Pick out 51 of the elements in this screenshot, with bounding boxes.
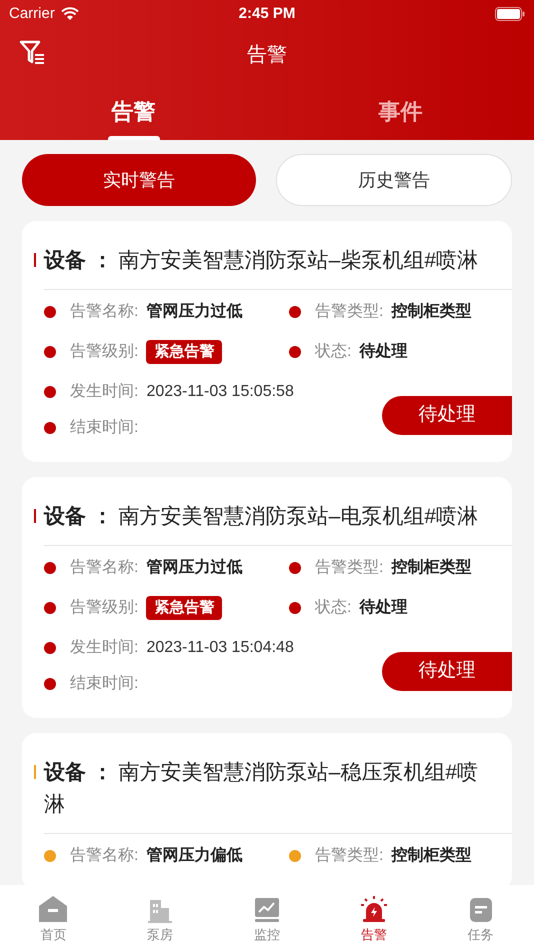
field-label: 状态: — [315, 342, 352, 362]
device-title: 设备 ： 南方安美智慧消防泵站–稳压泵机组#喷淋 — [44, 760, 480, 818]
building-icon — [147, 899, 174, 923]
tab[interactable]: 事件 — [267, 82, 534, 140]
tab[interactable]: 告警 — [0, 82, 267, 140]
field-label: 告警名称: — [70, 302, 138, 322]
field-value: 待处理 — [359, 598, 408, 618]
field-label: 结束时间: — [70, 418, 138, 438]
field-label: 发生时间: — [70, 638, 138, 658]
process-button[interactable]: 待处理 — [382, 652, 512, 690]
bottom-tab[interactable]: 监控 — [214, 895, 320, 950]
task-icon — [468, 897, 493, 923]
field-value: 管网压力过低 — [146, 302, 242, 322]
field-label: 告警级别: — [70, 342, 138, 362]
field-label: 告警类型: — [315, 302, 384, 322]
field-value: 控制柜类型 — [391, 846, 472, 866]
device-title: 设备 ： 南方安美智慧消防泵站–电泵机组#喷淋 — [44, 504, 478, 530]
clock: 2:45 PM — [238, 4, 296, 24]
bottom-tab[interactable]: 任务 — [427, 895, 534, 950]
bottom-tab[interactable]: 泵房 — [106, 895, 214, 950]
field-value: 待处理 — [359, 342, 408, 362]
field-value: 2023-11-03 15:05:58 — [146, 382, 294, 402]
field-label: 告警名称: — [70, 558, 138, 578]
filter-icon[interactable] — [19, 40, 45, 64]
level-tag: 紧急告警 — [146, 340, 222, 364]
field-value: 管网压力偏低 — [146, 846, 242, 866]
field-label: 告警级别: — [70, 598, 138, 618]
field-label: 结束时间: — [70, 674, 138, 694]
field-label: 告警名称: — [70, 846, 138, 866]
segment-button[interactable]: 历史警告 — [276, 154, 512, 206]
field-label: 发生时间: — [70, 382, 138, 402]
field-value: 2023-11-03 15:04:48 — [146, 638, 294, 658]
field-value: 管网压力过低 — [146, 558, 242, 578]
level-tag: 紧急告警 — [146, 596, 222, 620]
field-value: 控制柜类型 — [391, 302, 472, 322]
process-button[interactable]: 待处理 — [382, 396, 512, 434]
page-title: 告警 — [247, 43, 287, 68]
wifi-icon — [60, 7, 79, 21]
battery-icon — [494, 7, 525, 21]
home-icon — [38, 895, 68, 923]
field-value: 控制柜类型 — [391, 558, 472, 578]
bottom-tab[interactable]: 首页 — [0, 895, 107, 950]
field-label: 告警类型: — [315, 558, 384, 578]
siren-icon — [360, 895, 388, 923]
field-label: 状态: — [315, 598, 352, 618]
segment-button[interactable]: 实时警告 — [22, 154, 256, 206]
device-title: 设备 ： 南方安美智慧消防泵站–柴泵机组#喷淋 — [44, 248, 478, 274]
monitor-icon — [254, 897, 280, 923]
carrier-label: Carrier — [9, 4, 55, 24]
bottom-tab[interactable]: 告警 — [320, 895, 428, 950]
field-label: 告警类型: — [315, 846, 384, 866]
